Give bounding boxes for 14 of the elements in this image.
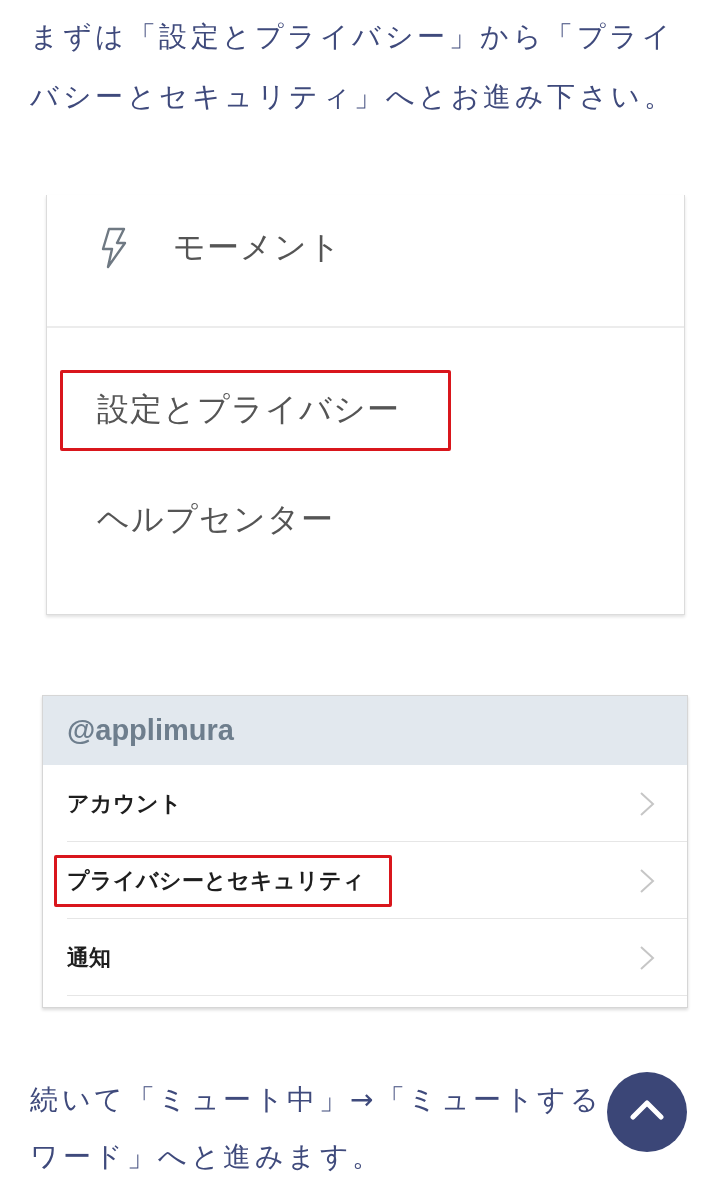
chevron-right-icon bbox=[639, 944, 655, 971]
instruction-paragraph: 続いて「ミュート中」→「ミュートするワード」へと進みます。 bbox=[30, 1082, 604, 1175]
settings-item[interactable]: アカウント bbox=[54, 777, 209, 830]
chevron-right-icon bbox=[639, 867, 655, 894]
settings-item[interactable]: プライバシーとセキュリティ bbox=[54, 854, 392, 907]
menu-item[interactable]: モーメント bbox=[136, 207, 393, 289]
lightning-icon bbox=[100, 227, 128, 269]
menu-item[interactable]: ヘルプセンター bbox=[60, 479, 385, 561]
account-header: @applimura bbox=[43, 696, 687, 765]
settings-item[interactable]: 通知 bbox=[54, 931, 138, 984]
menu-item[interactable]: 設定とプライバシー bbox=[60, 369, 451, 451]
chevron-right-icon bbox=[639, 790, 655, 817]
chevron-up-icon bbox=[630, 1100, 664, 1120]
intro-paragraph: まずは「設定とプライバシー」から「プライバシーとセキュリティ」へとお進み下さい。 bbox=[30, 19, 676, 115]
